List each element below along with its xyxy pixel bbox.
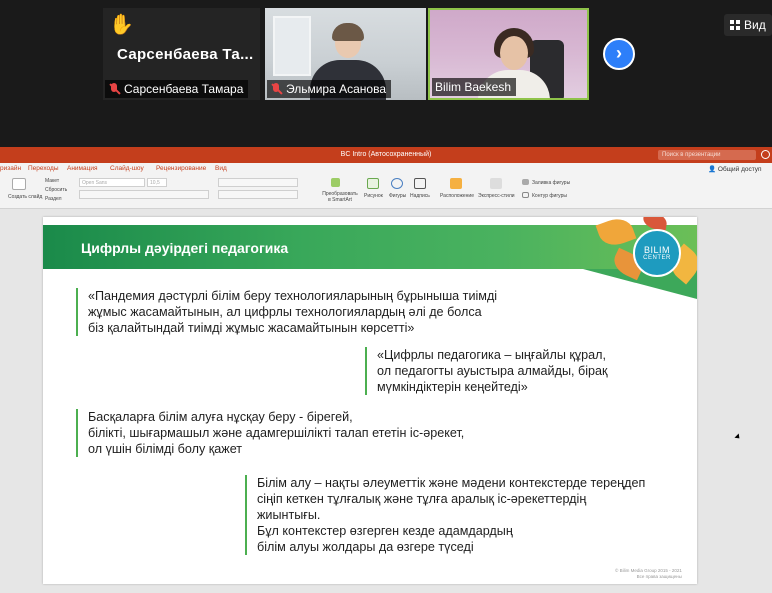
text-line: білікті, шығармашыл және адамгершілікті …	[88, 426, 465, 440]
raised-hand-icon: ✋	[109, 14, 134, 36]
participant-name: Эльмира Асанова	[286, 82, 387, 96]
shared-powerpoint-window: BC Intro (Автосохраненный) Поиск в презе…	[0, 147, 772, 593]
reset-button[interactable]: Сбросить	[45, 187, 67, 193]
font-name-select[interactable]: Open Sans	[79, 178, 145, 187]
paragraph-align-buttons[interactable]	[218, 190, 298, 199]
font-size-select[interactable]: 10,5	[147, 178, 167, 187]
background-window	[273, 16, 311, 76]
ppt-title-bar: BC Intro (Автосохраненный) Поиск в презе…	[0, 147, 772, 163]
next-page-button[interactable]: ›	[603, 38, 635, 70]
participant-tile-tamara[interactable]: ✋ Сарсенбаева Та... Сарсенбаева Тамара	[103, 8, 260, 100]
view-button[interactable]: Вид	[724, 14, 772, 36]
text-line: Білім алу – нақты әлеуметтік және мәдени…	[257, 476, 646, 490]
picture-button[interactable]: Рисунок	[364, 193, 383, 199]
slide-canvas: Цифрлы дәуірдегі педагогика BILIM CENTER…	[0, 209, 772, 593]
shape-outline-icon[interactable]	[522, 192, 529, 198]
font-name-value: Open Sans	[82, 180, 108, 186]
logo-line2: CENTER	[643, 255, 671, 261]
screen: ✋ Сарсенбаева Та... Сарсенбаева Тамара Э…	[0, 0, 772, 593]
menu-tab-design[interactable]: ризайн	[0, 165, 21, 172]
text-line: «Цифрлы педагогика – ыңғайлы құрал,	[377, 348, 607, 362]
arrange-icon[interactable]	[450, 178, 462, 189]
menu-tab-transitions[interactable]: Переходы	[28, 165, 59, 172]
shape-outline-button[interactable]: Контур фигуры	[532, 193, 567, 199]
convert-smartart-button[interactable]: Преобразовать в SmartArt	[322, 191, 358, 203]
text-line: ол педагогты ауыстыра алмайды, бірақ	[377, 364, 608, 378]
layout-button[interactable]: Макет	[45, 178, 59, 184]
participant-tile-bilim[interactable]: Bilim Baekesh	[428, 8, 589, 100]
grid-view-icon	[730, 20, 740, 30]
menu-tab-review[interactable]: Рецензирование	[156, 165, 206, 172]
text-line: білім алуы жолдары да өзгере түседі	[257, 540, 474, 554]
new-slide-icon[interactable]	[12, 178, 26, 190]
text-block-4: Білім алу – нақты әлеуметтік және мәдени…	[245, 475, 645, 555]
paragraph-list-buttons[interactable]	[218, 178, 298, 187]
participant-display-name: Сарсенбаева Та...	[117, 46, 254, 63]
menu-tab-animation[interactable]: Анимация	[67, 165, 98, 172]
ppt-menu-bar: ризайн Переходы Анимация Слайд-шоу Рецен…	[0, 163, 772, 175]
slide-title: Цифрлы дәуірдегі педагогика	[81, 240, 289, 256]
quick-styles-button[interactable]: Экспресс-стили	[478, 193, 515, 199]
textbox-button[interactable]: Надпись	[410, 193, 430, 199]
participant-name-tag: Bilim Baekesh	[432, 78, 517, 96]
menu-tab-slideshow[interactable]: Слайд-шоу	[110, 165, 144, 172]
participant-name: Сарсенбаева Тамара	[124, 82, 244, 96]
bilim-center-logo: BILIM CENTER	[633, 229, 681, 277]
textbox-icon[interactable]	[414, 178, 426, 189]
document-title: BC Intro (Автосохраненный)	[340, 151, 432, 158]
logo-line1: BILIM	[643, 245, 670, 255]
quote-block-2: «Цифрлы педагогика – ыңғайлы құрал, ол п…	[365, 347, 608, 395]
participant-video-head	[500, 36, 528, 70]
view-label: Вид	[744, 18, 766, 32]
feedback-smile-icon[interactable]	[761, 150, 770, 159]
font-format-buttons[interactable]	[79, 190, 209, 199]
slide[interactable]: Цифрлы дәуірдегі педагогика BILIM CENTER…	[43, 217, 697, 584]
participant-name-tag: Сарсенбаева Тамара	[105, 80, 249, 98]
ppt-ribbon: Создать слайд Макет Сбросить Раздел Open…	[0, 175, 772, 209]
text-block-3: Басқаларға білім алуға нұсқау беру - бір…	[76, 409, 464, 457]
participant-name-tag: Эльмира Асанова	[267, 80, 392, 98]
text-line: сіңіп кеткен тұлғалық және тұлға аралық …	[257, 492, 587, 506]
section-button[interactable]: Раздел	[45, 196, 62, 202]
text-line: жиынтығы.	[257, 508, 321, 522]
quote-block-1: «Пандемия дәстүрлі білім беру технология…	[76, 288, 497, 336]
rights-line: Все права защищены	[636, 574, 682, 579]
picture-icon[interactable]	[367, 178, 379, 189]
participant-name: Bilim Baekesh	[435, 80, 512, 94]
text-line: мүмкіндіктерін кеңейтеді»	[377, 380, 528, 394]
quick-styles-icon[interactable]	[490, 178, 502, 189]
create-slide-label[interactable]: Создать слайд	[8, 194, 42, 200]
share-button[interactable]: 👤 Общий доступ	[708, 165, 762, 173]
zoom-participant-strip: ✋ Сарсенбаева Та... Сарсенбаева Тамара Э…	[0, 0, 772, 147]
shape-fill-button[interactable]: Заливка фигуры	[532, 180, 570, 186]
text-line: Басқаларға білім алуға нұсқау беру - бір…	[88, 410, 353, 424]
participant-tile-elmira[interactable]: Эльмира Асанова	[265, 8, 426, 100]
mic-muted-icon	[108, 83, 120, 95]
menu-tab-view[interactable]: Вид	[215, 165, 227, 172]
arrange-button[interactable]: Расположение	[440, 193, 474, 199]
text-line: ол үшін білімді болу қажет	[88, 442, 243, 456]
shapes-icon[interactable]	[391, 178, 403, 189]
font-size-value: 10,5	[150, 180, 160, 186]
text-line: біз қалайтындай тиімді жұмыс жасамайтыны…	[88, 321, 415, 335]
shape-fill-icon[interactable]	[522, 179, 529, 185]
smartart-icon[interactable]	[331, 178, 340, 187]
share-label: Общий доступ	[717, 166, 762, 173]
participant-video-hair	[332, 23, 364, 41]
slide-copyright: © Bilim Media Group 2015 - 2021 Все прав…	[615, 568, 682, 580]
mic-muted-icon	[270, 83, 282, 95]
text-line: Бұл контекстер өзгерген кезде адамдардың	[257, 524, 513, 538]
shapes-button[interactable]: Фигуры	[389, 193, 406, 199]
text-line: «Пандемия дәстүрлі білім беру технология…	[88, 289, 498, 303]
text-line: жұмыс жасамайтынын, ал цифрлы технология…	[88, 305, 482, 319]
search-input[interactable]: Поиск в презентации	[658, 150, 756, 160]
